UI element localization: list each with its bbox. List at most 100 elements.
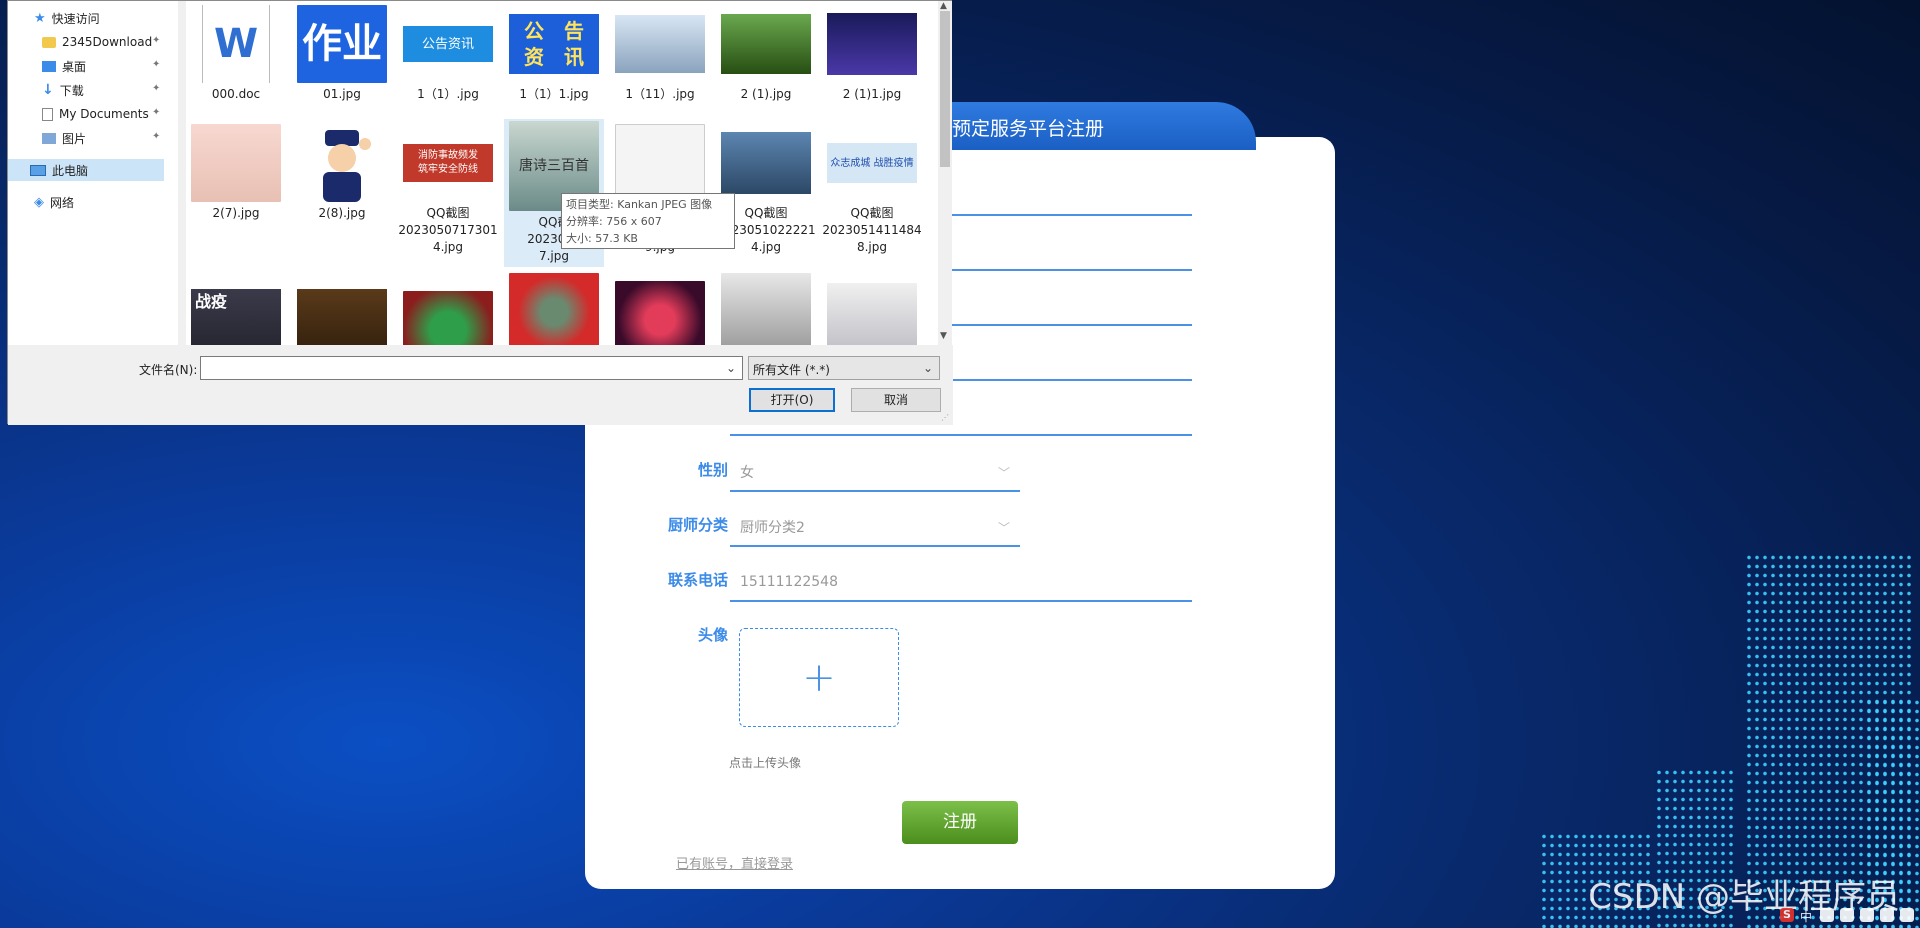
- chevron-down-icon: ⌄: [922, 361, 933, 375]
- image-thumbnail: 作业: [297, 5, 387, 83]
- image-thumbnail: [615, 15, 705, 73]
- nav-item-2345download[interactable]: 2345Download: [42, 31, 152, 53]
- file-item[interactable]: [610, 269, 710, 345]
- scroll-up-icon[interactable]: ▲: [940, 1, 947, 11]
- image-thumbnail: [191, 124, 281, 202]
- image-thumbnail: [615, 124, 705, 202]
- scroll-down-icon[interactable]: ▼: [940, 331, 947, 341]
- thumb-text: 消防事故频发: [418, 150, 478, 161]
- chevron-down-icon[interactable]: ⌄: [726, 361, 736, 375]
- microphone-icon[interactable]: [1840, 908, 1854, 922]
- phone-input[interactable]: 15111122548: [730, 564, 1192, 602]
- star-icon: ★: [34, 10, 46, 26]
- gender-field: 性别 女 ﹀: [640, 452, 1020, 492]
- resize-grip-icon[interactable]: ⋰: [941, 413, 951, 423]
- pin-icon: ✦: [152, 131, 161, 142]
- file-item[interactable]: 2 (1)1.jpg: [822, 5, 922, 103]
- cancel-button[interactable]: 取消: [851, 388, 941, 412]
- file-item[interactable]: 公告资讯 1（1）.jpg: [398, 5, 498, 103]
- file-item[interactable]: W 000.doc: [186, 5, 286, 103]
- file-name: 2 (1).jpg: [740, 87, 792, 101]
- tooltip-line: 大小: 57.3 KB: [566, 232, 638, 245]
- file-name: 2(7).jpg: [212, 206, 260, 220]
- image-thumbnail: 众志成城 战胜疫情: [827, 143, 917, 183]
- navigation-pane: ★ 快速访问 2345Download ✦ 桌面 ✦ ↓ 下载 ✦ My Doc…: [8, 1, 178, 345]
- image-thumbnail: [297, 289, 387, 345]
- image-thumbnail: [721, 273, 811, 345]
- file-item[interactable]: 众志成城 战胜疫情 QQ截图 2023051411484 8.jpg: [822, 124, 922, 256]
- open-button[interactable]: 打开(O): [749, 388, 835, 412]
- phone-label: 联系电话: [667, 571, 728, 589]
- nav-item-pictures[interactable]: 图片: [42, 127, 86, 149]
- filename-input[interactable]: ⌄: [200, 356, 743, 380]
- filename-label: 文件名(N):: [139, 363, 198, 377]
- file-item[interactable]: [504, 269, 604, 345]
- file-name-line: 2023051411484: [822, 223, 922, 237]
- file-open-dialog: ★ 快速访问 2345Download ✦ 桌面 ✦ ↓ 下载 ✦ My Doc…: [7, 0, 953, 425]
- image-thumbnail: [403, 291, 493, 345]
- category-select[interactable]: 厨师分类2 ﹀: [730, 509, 1020, 547]
- pin-icon: ✦: [152, 107, 161, 118]
- police-cartoon-icon: [323, 130, 371, 202]
- file-item[interactable]: 战疫: [186, 269, 286, 345]
- nav-item-desktop[interactable]: 桌面: [42, 55, 86, 77]
- plus-icon: +: [802, 654, 836, 701]
- sogou-ime-icon[interactable]: S: [1780, 908, 1794, 922]
- gender-select[interactable]: 女 ﹀: [730, 454, 1020, 492]
- nav-quick-access[interactable]: ★ 快速访问: [34, 7, 100, 29]
- filetype-select[interactable]: 所有文件 (*.*) ⌄: [748, 356, 940, 380]
- file-name-line: 2023050717301: [398, 223, 498, 237]
- nav-label: 桌面: [62, 59, 87, 74]
- category-value: 厨师分类2: [740, 520, 805, 536]
- file-item[interactable]: 2 (1).jpg: [716, 5, 816, 103]
- toolbox-icon[interactable]: [1900, 908, 1914, 922]
- nav-item-this-pc[interactable]: 此电脑: [8, 159, 164, 181]
- picture-icon: [42, 132, 56, 144]
- keyboard-icon[interactable]: [1860, 908, 1874, 922]
- nav-item-network[interactable]: ◈ 网络: [34, 191, 74, 213]
- image-thumbnail: [297, 124, 387, 202]
- skin-icon[interactable]: [1880, 908, 1894, 922]
- file-item[interactable]: [398, 269, 498, 345]
- punctuation-icon[interactable]: [1820, 908, 1834, 922]
- file-name: 1（11）.jpg: [625, 87, 695, 101]
- ime-toolbar: S 中: [1684, 904, 1914, 926]
- vertical-scrollbar[interactable]: ▲ ▼: [938, 1, 952, 345]
- file-item[interactable]: 2(8).jpg: [292, 124, 392, 222]
- scrollbar-thumb[interactable]: [940, 11, 950, 167]
- tooltip-line: 分辨率: 756 x 607: [566, 215, 662, 228]
- login-link[interactable]: 已有账号，直接登录: [676, 853, 793, 872]
- image-thumbnail: [827, 283, 917, 345]
- file-name: 2 (1)1.jpg: [842, 87, 902, 101]
- avatar-hint: 点击上传头像: [729, 756, 802, 770]
- phone-field: 联系电话 15111122548: [640, 562, 1192, 602]
- computer-icon: [30, 164, 46, 176]
- file-item[interactable]: 消防事故频发 筑牢安全防线 QQ截图 2023050717301 4.jpg: [398, 124, 498, 256]
- file-item[interactable]: 作业 01.jpg: [292, 5, 392, 103]
- file-item[interactable]: 公 告 资 讯 1（1）1.jpg: [504, 5, 604, 103]
- file-item[interactable]: 1（11）.jpg: [610, 5, 710, 103]
- nav-label: 快速访问: [51, 11, 100, 26]
- nav-item-my-documents[interactable]: My Documents: [42, 103, 149, 125]
- file-name-line: 8.jpg: [856, 240, 888, 254]
- field-underline: [730, 434, 1192, 436]
- register-title: 预定服务平台注册: [930, 102, 1256, 150]
- file-item[interactable]: [716, 269, 816, 345]
- file-name: 000.doc: [211, 87, 261, 101]
- file-name-line: QQ截图: [426, 206, 470, 220]
- thumb-text: 公 告: [524, 19, 584, 43]
- register-button[interactable]: 注册: [902, 801, 1018, 844]
- image-thumbnail: [615, 281, 705, 345]
- file-item[interactable]: [822, 269, 922, 345]
- file-item[interactable]: 2(7).jpg: [186, 124, 286, 222]
- file-name: 01.jpg: [323, 87, 361, 101]
- chevron-down-icon: ﹀: [997, 465, 1010, 480]
- gender-value: 女: [740, 465, 754, 481]
- nav-label: 网络: [50, 195, 75, 210]
- file-item[interactable]: [292, 269, 392, 345]
- nav-item-downloads[interactable]: ↓ 下载: [42, 79, 84, 101]
- city-background: [1400, 508, 1920, 928]
- ime-lang-icon[interactable]: 中: [1800, 908, 1814, 924]
- thumb-text: 筑牢安全防线: [418, 164, 478, 175]
- avatar-upload[interactable]: +: [739, 628, 899, 727]
